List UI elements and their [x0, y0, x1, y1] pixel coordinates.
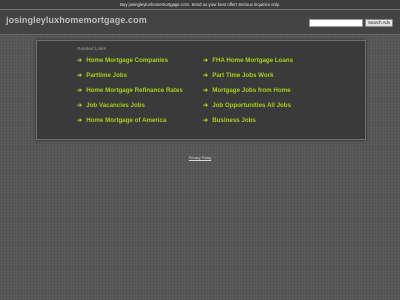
arrow-icon: ➔ [203, 117, 209, 124]
sale-banner: Buy josingleyluxhomemortgage.com. Send u… [0, 0, 400, 10]
related-link[interactable]: ➔ Part Time Jobs Work [203, 72, 274, 80]
related-link[interactable]: ➔ Parttime Jobs [77, 72, 127, 80]
related-links-heading: Related Links [77, 47, 107, 52]
arrow-icon: ➔ [77, 102, 83, 109]
arrow-icon: ➔ [77, 57, 83, 64]
domain-title[interactable]: josingleyluxhomemortgage.com [6, 15, 147, 25]
arrow-icon: ➔ [203, 87, 209, 94]
link-label: FHA Home Mortgage Loans [212, 57, 294, 64]
arrow-icon: ➔ [77, 117, 83, 124]
related-link[interactable]: ➔ Home Mortgage Refinance Rates [77, 87, 183, 95]
sale-banner-text: Buy josingleyluxhomemortgage.com. Send u… [120, 2, 280, 7]
link-label: Job Opportunities All Jobs [212, 102, 292, 109]
privacy-policy-link[interactable]: Privacy Policy [0, 156, 400, 160]
link-label: Business Jobs [212, 117, 256, 124]
link-label: Parttime Jobs [86, 72, 128, 79]
arrow-icon: ➔ [77, 87, 83, 94]
link-label: Home Mortgage Refinance Rates [86, 87, 183, 94]
related-link[interactable]: ➔ Job Opportunities All Jobs [203, 102, 291, 110]
header-bar: josingleyluxhomemortgage.com Search Ads [0, 10, 400, 35]
related-link[interactable]: ➔ Mortgage Jobs from Home [203, 87, 291, 95]
link-label: Home Mortgage Companies [86, 57, 169, 64]
related-link[interactable]: ➔ Home Mortgage Companies [77, 57, 168, 65]
link-label: Home Mortgage of America [86, 117, 167, 124]
related-links-panel: Related Links ➔ Home Mortgage Companies ➔… [36, 40, 366, 140]
link-label: Part Time Jobs Work [212, 72, 274, 79]
related-link[interactable]: ➔ Home Mortgage of America [77, 117, 166, 125]
arrow-icon: ➔ [203, 102, 209, 109]
arrow-icon: ➔ [77, 72, 83, 79]
arrow-icon: ➔ [203, 57, 209, 64]
related-link[interactable]: ➔ FHA Home Mortgage Loans [203, 57, 293, 65]
link-label: Mortgage Jobs from Home [212, 87, 291, 94]
link-label: Job Vacancies Jobs [86, 102, 145, 109]
search-input[interactable] [309, 19, 363, 27]
related-link[interactable]: ➔ Job Vacancies Jobs [77, 102, 145, 110]
related-link[interactable]: ➔ Business Jobs [203, 117, 256, 125]
arrow-icon: ➔ [203, 72, 209, 79]
search-button[interactable]: Search Ads [365, 19, 393, 27]
